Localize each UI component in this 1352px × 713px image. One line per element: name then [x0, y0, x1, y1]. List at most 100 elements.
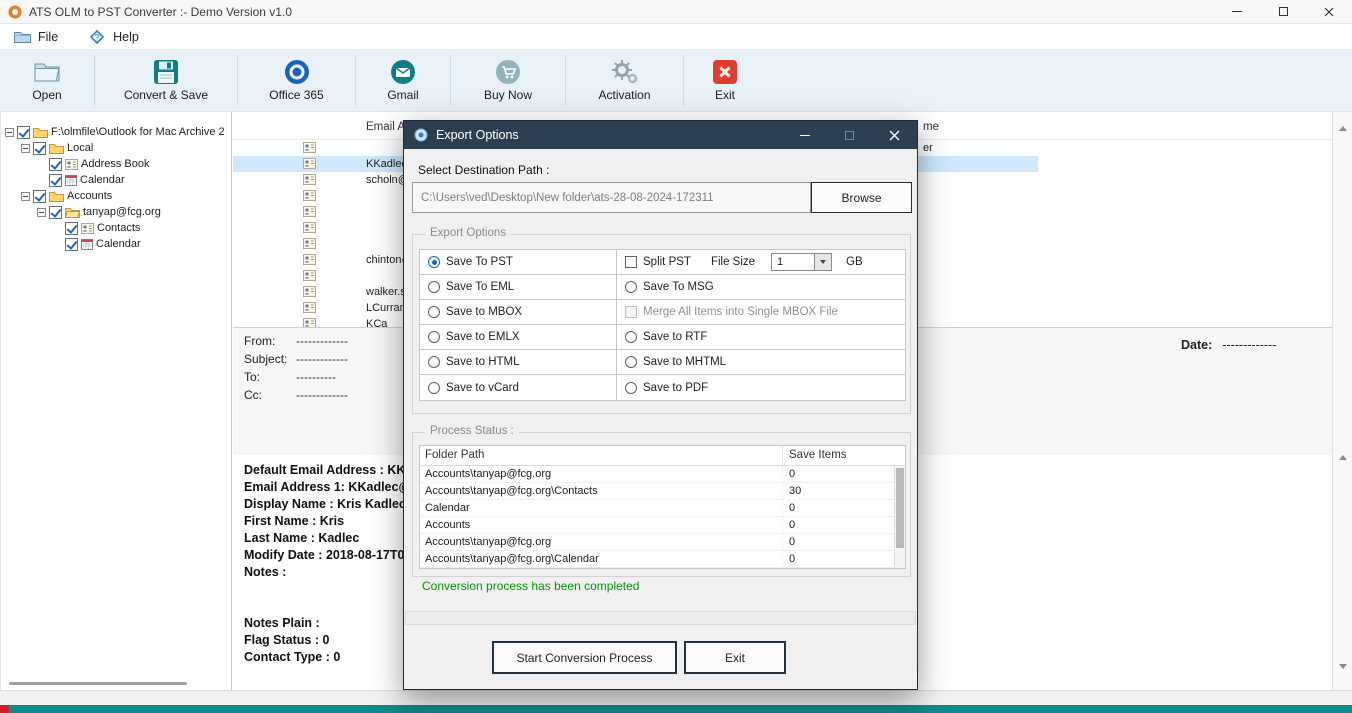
folder-icon	[49, 142, 64, 154]
chevron-down-icon[interactable]	[815, 253, 833, 271]
tree-checkbox-checked[interactable]	[33, 189, 46, 203]
file-size-label: File Size	[710, 256, 756, 268]
process-status-group: Process Status : Folder Path Save Items …	[412, 425, 911, 577]
collapse-icon[interactable]	[21, 191, 30, 201]
tree-item-calendar2[interactable]: Calendar	[1, 236, 231, 252]
dialog-maximize-button[interactable]	[827, 121, 872, 149]
collapse-icon[interactable]	[5, 127, 14, 137]
option-label: Save to PDF	[643, 381, 709, 394]
dialog-exit-label: Exit	[724, 650, 745, 665]
option-save-to-html[interactable]: Save to HTML	[420, 350, 617, 375]
contact-card-icon	[303, 238, 316, 252]
column-header-fragment[interactable]: me	[923, 121, 939, 133]
radio-unselected[interactable]	[625, 281, 637, 293]
toolbar-exit-button[interactable]: Exit	[684, 50, 766, 111]
conversion-complete-message: Conversion process has been completed	[422, 579, 640, 593]
radio-unselected[interactable]	[428, 306, 440, 318]
menu-help[interactable]: ? Help	[88, 28, 139, 46]
scroll-up-icon[interactable]	[1339, 126, 1347, 131]
folder-path-cell: Accounts\tanyap@fcg.org\Contacts	[420, 483, 783, 499]
scroll-up-icon[interactable]	[1339, 455, 1347, 460]
window-title: ATS OLM to PST Converter :- Demo Version…	[29, 4, 292, 19]
option-label: Save to RTF	[643, 331, 708, 343]
maximize-button[interactable]	[1260, 0, 1306, 23]
close-icon	[889, 130, 900, 140]
option-save-to-vcard[interactable]: Save to vCard	[420, 375, 617, 400]
save-items-cell: 0	[789, 536, 796, 548]
dialog-icon	[414, 128, 428, 142]
start-conversion-button[interactable]: Start Conversion Process	[492, 641, 677, 674]
tree-item-calendar[interactable]: Calendar	[1, 172, 231, 188]
option-save-to-eml[interactable]: Save To EML	[420, 275, 617, 300]
tree-item-root[interactable]: F:\olmfile\Outlook for Mac Archive 2	[1, 124, 231, 140]
tree-item-address-book[interactable]: Address Book	[1, 156, 231, 172]
scroll-down-icon[interactable]	[1339, 664, 1347, 669]
toolbar-buy-now-button[interactable]: Buy Now	[451, 50, 565, 111]
radio-unselected[interactable]	[625, 331, 637, 343]
checkbox-unchecked[interactable]	[625, 256, 637, 268]
toolbar-gmail-button[interactable]: Gmail	[356, 50, 450, 111]
office365-icon	[284, 59, 310, 85]
option-split-pst[interactable]: Split PST File Size 1 GB	[617, 250, 905, 275]
process-status-group-label: Process Status :	[425, 425, 519, 437]
tree-item-contacts[interactable]: Contacts	[1, 220, 231, 236]
radio-unselected[interactable]	[428, 281, 440, 293]
option-save-to-rtf[interactable]: Save to RTF	[617, 325, 905, 350]
toolbar-activation-button[interactable]: Activation	[566, 50, 683, 111]
tree-checkbox-checked[interactable]	[49, 173, 62, 187]
toolbar-convert-save-button[interactable]: Convert & Save	[95, 50, 237, 111]
vertical-scrollbar[interactable]	[1332, 112, 1352, 690]
folder-path-cell: Calendar	[420, 500, 783, 516]
calendar-icon	[81, 238, 93, 250]
option-save-to-pst[interactable]: Save To PST	[420, 250, 617, 275]
radio-unselected[interactable]	[625, 381, 637, 394]
dialog-horizontal-scrollbar[interactable]	[405, 611, 916, 625]
tree-item-accounts[interactable]: Accounts	[1, 188, 231, 204]
tree-item-account-tanyap[interactable]: tanyap@fcg.org	[1, 204, 231, 220]
tree-checkbox-checked[interactable]	[49, 157, 62, 171]
table-row: Accounts\tanyap@fcg.org\Calendar 0	[420, 551, 905, 568]
menu-file[interactable]: File	[14, 30, 58, 44]
tree-checkbox-checked[interactable]	[49, 205, 62, 219]
toolbar-open-button[interactable]: Open	[0, 50, 94, 111]
scrollbar-thumb[interactable]	[896, 468, 904, 548]
radio-unselected[interactable]	[428, 356, 440, 368]
contact-card-icon	[303, 158, 316, 172]
to-value: ----------	[296, 370, 336, 384]
collapse-icon[interactable]	[37, 207, 46, 217]
radio-unselected[interactable]	[428, 331, 440, 343]
radio-unselected[interactable]	[625, 356, 637, 368]
minimize-button[interactable]	[1214, 0, 1260, 23]
dialog-exit-button[interactable]: Exit	[684, 641, 786, 674]
collapse-icon[interactable]	[21, 143, 30, 153]
toolbar-office365-button[interactable]: Office 365	[238, 50, 355, 111]
radio-unselected[interactable]	[428, 381, 440, 394]
tree-item-label: F:\olmfile\Outlook for Mac Archive 2	[51, 126, 225, 138]
destination-path-input[interactable]: C:\Users\ved\Desktop\New folder\ats-28-0…	[412, 182, 811, 213]
option-save-to-emlx[interactable]: Save to EMLX	[420, 325, 617, 350]
close-button[interactable]	[1306, 0, 1352, 23]
export-options-dialog: Export Options Select Destination Path :…	[403, 120, 918, 690]
tree-item-local[interactable]: Local	[1, 140, 231, 156]
option-save-to-msg[interactable]: Save To MSG	[617, 275, 905, 300]
tree-checkbox-checked[interactable]	[17, 125, 30, 139]
tree-checkbox-checked[interactable]	[65, 221, 78, 235]
dialog-close-button[interactable]	[872, 121, 917, 149]
dialog-minimize-button[interactable]	[782, 121, 827, 149]
tree-checkbox-checked[interactable]	[65, 237, 78, 251]
tree-checkbox-checked[interactable]	[33, 141, 46, 155]
option-save-to-mbox[interactable]: Save to MBOX	[420, 300, 617, 325]
contact-card-icon	[303, 222, 316, 236]
radio-selected[interactable]	[428, 256, 440, 268]
file-size-dropdown[interactable]: 1	[771, 253, 833, 271]
dialog-title: Export Options	[436, 128, 519, 142]
contact-card-icon	[303, 142, 316, 156]
from-field: From: -------------	[244, 334, 348, 348]
export-format-grid: Save To PST Split PST File Size 1 GB Sav…	[419, 249, 906, 401]
option-save-to-mhtml[interactable]: Save to MHTML	[617, 350, 905, 375]
tree-item-label: Calendar	[80, 174, 125, 186]
table-vertical-scrollbar[interactable]	[894, 466, 905, 568]
browse-button[interactable]: Browse	[811, 182, 912, 213]
horizontal-scrollbar-thumb[interactable]	[9, 682, 187, 685]
option-save-to-pdf[interactable]: Save to PDF	[617, 375, 905, 400]
